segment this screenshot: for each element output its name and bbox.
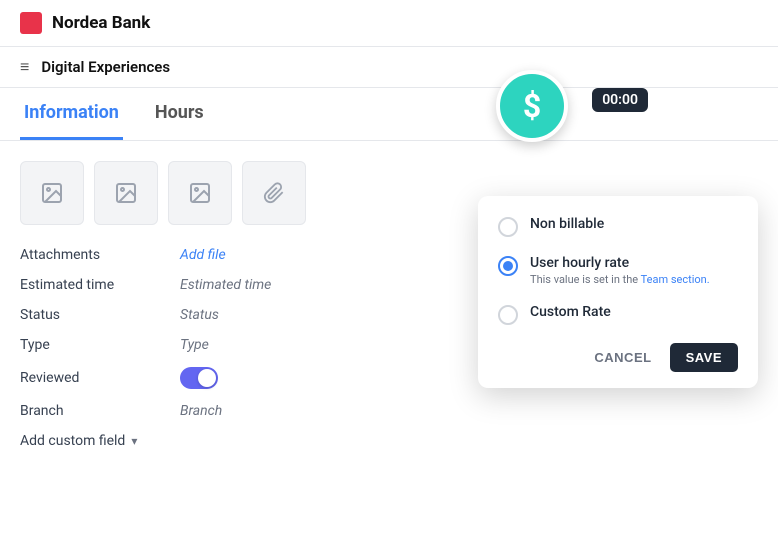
save-button[interactable]: SAVE [670,343,738,372]
billing-icon[interactable]: $ [496,70,568,142]
field-value-estimated-time[interactable]: Estimated time [180,277,271,293]
tab-information[interactable]: Information [20,88,123,140]
radio-non-billable[interactable] [498,217,518,237]
logo-icon [20,12,42,34]
hamburger-icon[interactable]: ≡ [20,57,29,77]
option-custom-rate-content: Custom Rate [530,304,611,320]
field-label-status: Status [20,307,180,323]
radio-custom-rate[interactable] [498,305,518,325]
field-value-type[interactable]: Type [180,337,209,353]
field-label-attachments: Attachments [20,247,180,263]
field-branch: Branch Branch [20,403,758,419]
navbar-title: Digital Experiences [41,58,170,76]
field-label-reviewed: Reviewed [20,370,180,386]
field-label-estimated-time: Estimated time [20,277,180,293]
reviewed-toggle[interactable] [180,367,218,389]
team-section-link[interactable]: Team section. [641,273,710,286]
add-custom-field[interactable]: Add custom field ▾ [20,433,758,449]
radio-user-hourly[interactable] [498,256,518,276]
option-user-hourly-label: User hourly rate [530,255,710,271]
option-user-hourly-sublabel: This value is set in the Team section. [530,273,710,286]
tab-hours[interactable]: Hours [151,88,208,140]
field-label-type: Type [20,337,180,353]
thumbnail-image-3[interactable] [168,161,232,225]
option-user-hourly-content: User hourly rate This value is set in th… [530,255,710,286]
thumbnail-image-2[interactable] [94,161,158,225]
field-value-status[interactable]: Status [180,307,219,323]
timer-badge[interactable]: 00:00 [592,88,648,112]
thumbnail-image-1[interactable] [20,161,84,225]
popup-actions: CANCEL SAVE [498,343,738,372]
option-custom-rate-label: Custom Rate [530,304,611,320]
thumbnail-attachment[interactable] [242,161,306,225]
add-custom-field-label: Add custom field [20,433,125,449]
field-value-branch[interactable]: Branch [180,403,222,419]
chevron-down-icon: ▾ [131,434,137,448]
main-content: Attachments Add file Estimated time Esti… [0,141,778,469]
tab-bar: Information Hours [0,88,778,141]
field-label-branch: Branch [20,403,180,419]
field-value-attachments[interactable]: Add file [180,247,226,263]
toggle-knob [198,369,216,387]
option-non-billable-label: Non billable [530,216,604,232]
billing-popup: Non billable User hourly rate This value… [478,196,758,388]
app-title: Nordea Bank [52,13,150,33]
app-header: Nordea Bank [0,0,778,47]
tabs-section: Information Hours $ 00:00 [0,88,778,141]
option-custom-rate[interactable]: Custom Rate [498,304,738,325]
option-non-billable-content: Non billable [530,216,604,232]
navbar: ≡ Digital Experiences [0,47,778,88]
cancel-button[interactable]: CANCEL [586,344,659,371]
option-user-hourly[interactable]: User hourly rate This value is set in th… [498,255,738,286]
option-non-billable[interactable]: Non billable [498,216,738,237]
